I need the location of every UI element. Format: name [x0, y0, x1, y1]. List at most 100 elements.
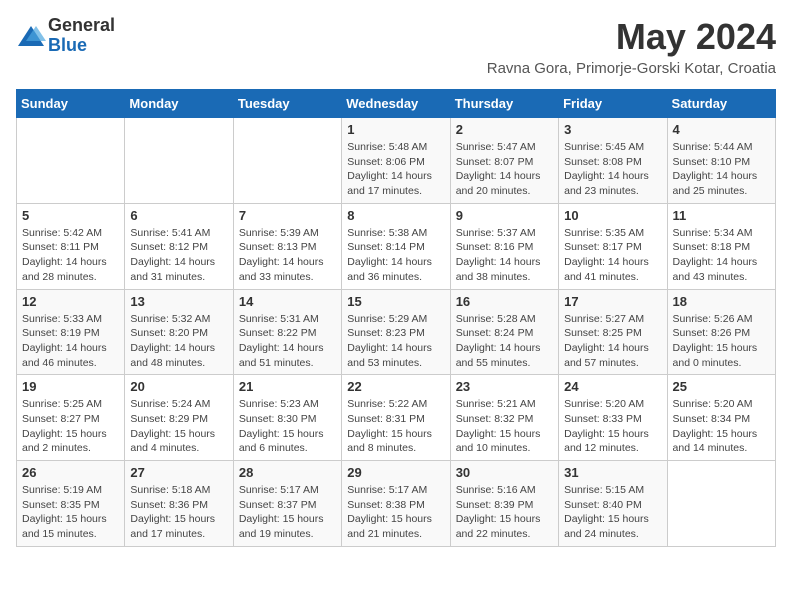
month-year-title: May 2024: [487, 16, 776, 58]
day-info: Sunrise: 5:17 AMSunset: 8:38 PMDaylight:…: [347, 483, 444, 542]
calendar-cell: 19 Sunrise: 5:25 AMSunset: 8:27 PMDayligh…: [17, 375, 125, 461]
calendar-cell: 30 Sunrise: 5:16 AMSunset: 8:39 PMDayligh…: [450, 461, 558, 547]
day-number: 22: [347, 379, 444, 394]
day-info: Sunrise: 5:25 AMSunset: 8:27 PMDaylight:…: [22, 397, 119, 456]
day-info: Sunrise: 5:32 AMSunset: 8:20 PMDaylight:…: [130, 312, 227, 371]
calendar-cell: 6Sunrise: 5:41 AMSunset: 8:12 PMDaylight…: [125, 203, 233, 289]
calendar-week-row: 12Sunrise: 5:33 AMSunset: 8:19 PMDayligh…: [17, 289, 776, 375]
day-number: 8: [347, 208, 444, 223]
day-number: 19: [22, 379, 119, 394]
day-info: Sunrise: 5:45 AMSunset: 8:08 PMDaylight:…: [564, 140, 661, 199]
day-number: 23: [456, 379, 553, 394]
calendar-cell: 17 Sunrise: 5:27 AMSunset: 8:25 PMDayligh…: [559, 289, 667, 375]
day-info: Sunrise: 5:29 AMSunset: 8:23 PMDaylight:…: [347, 312, 444, 371]
calendar-cell: 8Sunrise: 5:38 AMSunset: 8:14 PMDaylight…: [342, 203, 450, 289]
calendar-cell: 15 Sunrise: 5:29 AMSunset: 8:23 PMDayligh…: [342, 289, 450, 375]
day-info: Sunrise: 5:34 AMSunset: 8:18 PMDaylight:…: [673, 226, 770, 285]
logo: General Blue: [16, 16, 115, 56]
day-info: Sunrise: 5:28 AMSunset: 8:24 PMDaylight:…: [456, 312, 553, 371]
calendar-cell: [233, 118, 341, 204]
day-info: Sunrise: 5:16 AMSunset: 8:39 PMDaylight:…: [456, 483, 553, 542]
calendar-header-friday: Friday: [559, 90, 667, 118]
calendar-cell: 10Sunrise: 5:35 AMSunset: 8:17 PMDayligh…: [559, 203, 667, 289]
calendar-cell: 26 Sunrise: 5:19 AMSunset: 8:35 PMDayligh…: [17, 461, 125, 547]
day-number: 18: [673, 294, 770, 309]
calendar-cell: 9Sunrise: 5:37 AMSunset: 8:16 PMDaylight…: [450, 203, 558, 289]
calendar-cell: 18 Sunrise: 5:26 AMSunset: 8:26 PMDayligh…: [667, 289, 775, 375]
calendar-header-thursday: Thursday: [450, 90, 558, 118]
calendar-cell: 28 Sunrise: 5:17 AMSunset: 8:37 PMDayligh…: [233, 461, 341, 547]
day-number: 29: [347, 465, 444, 480]
day-info: Sunrise: 5:18 AMSunset: 8:36 PMDaylight:…: [130, 483, 227, 542]
calendar-cell: [667, 461, 775, 547]
day-number: 24: [564, 379, 661, 394]
calendar-cell: 7 Sunrise: 5:39 AMSunset: 8:13 PMDaylight…: [233, 203, 341, 289]
logo-general: General: [48, 16, 115, 36]
calendar-week-row: 1Sunrise: 5:48 AMSunset: 8:06 PMDaylight…: [17, 118, 776, 204]
calendar-cell: 5 Sunrise: 5:42 AMSunset: 8:11 PMDaylight…: [17, 203, 125, 289]
calendar-header-row: SundayMondayTuesdayWednesdayThursdayFrid…: [17, 90, 776, 118]
day-info: Sunrise: 5:27 AMSunset: 8:25 PMDaylight:…: [564, 312, 661, 371]
page-header: General Blue May 2024 Ravna Gora, Primor…: [16, 16, 776, 77]
day-number: 9: [456, 208, 553, 223]
calendar-cell: [17, 118, 125, 204]
day-info: Sunrise: 5:44 AMSunset: 8:10 PMDaylight:…: [673, 140, 770, 199]
day-info: Sunrise: 5:47 AMSunset: 8:07 PMDaylight:…: [456, 140, 553, 199]
logo-blue: Blue: [48, 36, 115, 56]
location-subtitle: Ravna Gora, Primorje-Gorski Kotar, Croat…: [487, 60, 776, 77]
day-number: 20: [130, 379, 227, 394]
day-number: 6: [130, 208, 227, 223]
day-number: 5: [22, 208, 119, 223]
day-info: Sunrise: 5:17 AMSunset: 8:37 PMDaylight:…: [239, 483, 336, 542]
day-info: Sunrise: 5:48 AMSunset: 8:06 PMDaylight:…: [347, 140, 444, 199]
day-number: 3: [564, 122, 661, 137]
calendar-cell: 13 Sunrise: 5:32 AMSunset: 8:20 PMDayligh…: [125, 289, 233, 375]
calendar-cell: 1Sunrise: 5:48 AMSunset: 8:06 PMDaylight…: [342, 118, 450, 204]
day-number: 13: [130, 294, 227, 309]
day-number: 14: [239, 294, 336, 309]
calendar-table: SundayMondayTuesdayWednesdayThursdayFrid…: [16, 89, 776, 547]
title-area: May 2024 Ravna Gora, Primorje-Gorski Kot…: [487, 16, 776, 77]
calendar-week-row: 26 Sunrise: 5:19 AMSunset: 8:35 PMDayligh…: [17, 461, 776, 547]
calendar-cell: 12Sunrise: 5:33 AMSunset: 8:19 PMDayligh…: [17, 289, 125, 375]
day-number: 11: [673, 208, 770, 223]
calendar-cell: 16 Sunrise: 5:28 AMSunset: 8:24 PMDayligh…: [450, 289, 558, 375]
calendar-cell: 2 Sunrise: 5:47 AMSunset: 8:07 PMDaylight…: [450, 118, 558, 204]
calendar-cell: 24 Sunrise: 5:20 AMSunset: 8:33 PMDayligh…: [559, 375, 667, 461]
calendar-cell: 23Sunrise: 5:21 AMSunset: 8:32 PMDayligh…: [450, 375, 558, 461]
day-number: 17: [564, 294, 661, 309]
day-number: 26: [22, 465, 119, 480]
day-info: Sunrise: 5:26 AMSunset: 8:26 PMDaylight:…: [673, 312, 770, 371]
calendar-cell: 31 Sunrise: 5:15 AMSunset: 8:40 PMDayligh…: [559, 461, 667, 547]
calendar-week-row: 5 Sunrise: 5:42 AMSunset: 8:11 PMDaylight…: [17, 203, 776, 289]
calendar-cell: 14 Sunrise: 5:31 AMSunset: 8:22 PMDayligh…: [233, 289, 341, 375]
day-number: 30: [456, 465, 553, 480]
calendar-header-sunday: Sunday: [17, 90, 125, 118]
day-info: Sunrise: 5:31 AMSunset: 8:22 PMDaylight:…: [239, 312, 336, 371]
day-info: Sunrise: 5:39 AMSunset: 8:13 PMDaylight:…: [239, 226, 336, 285]
calendar-header-monday: Monday: [125, 90, 233, 118]
calendar-cell: 4 Sunrise: 5:44 AMSunset: 8:10 PMDaylight…: [667, 118, 775, 204]
day-number: 21: [239, 379, 336, 394]
calendar-cell: [125, 118, 233, 204]
day-number: 4: [673, 122, 770, 137]
day-info: Sunrise: 5:20 AMSunset: 8:33 PMDaylight:…: [564, 397, 661, 456]
day-number: 2: [456, 122, 553, 137]
calendar-header-wednesday: Wednesday: [342, 90, 450, 118]
calendar-cell: 21Sunrise: 5:23 AMSunset: 8:30 PMDayligh…: [233, 375, 341, 461]
logo-icon: [16, 21, 46, 51]
calendar-cell: 29 Sunrise: 5:17 AMSunset: 8:38 PMDayligh…: [342, 461, 450, 547]
day-number: 12: [22, 294, 119, 309]
day-number: 16: [456, 294, 553, 309]
day-number: 25: [673, 379, 770, 394]
logo-text: General Blue: [48, 16, 115, 56]
day-number: 7: [239, 208, 336, 223]
day-number: 15: [347, 294, 444, 309]
day-info: Sunrise: 5:20 AMSunset: 8:34 PMDaylight:…: [673, 397, 770, 456]
day-number: 31: [564, 465, 661, 480]
day-number: 10: [564, 208, 661, 223]
day-number: 28: [239, 465, 336, 480]
day-info: Sunrise: 5:42 AMSunset: 8:11 PMDaylight:…: [22, 226, 119, 285]
day-info: Sunrise: 5:19 AMSunset: 8:35 PMDaylight:…: [22, 483, 119, 542]
day-info: Sunrise: 5:15 AMSunset: 8:40 PMDaylight:…: [564, 483, 661, 542]
